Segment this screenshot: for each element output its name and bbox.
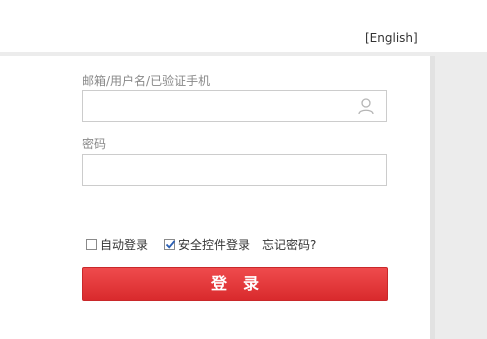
forgot-password-link[interactable]: 忘记密码? xyxy=(262,236,316,253)
user-icon xyxy=(357,97,375,115)
security-control-option[interactable]: 安全控件登录 xyxy=(164,236,250,252)
password-label: 密码 xyxy=(82,137,107,151)
password-input[interactable] xyxy=(83,155,369,185)
account-label: 邮箱/用户名/已验证手机 xyxy=(82,74,211,88)
account-input[interactable] xyxy=(83,91,369,121)
auto-login-label: 自动登录 xyxy=(100,237,149,252)
login-button[interactable]: 登录 xyxy=(82,267,388,301)
password-field[interactable] xyxy=(82,154,387,186)
security-control-label: 安全控件登录 xyxy=(178,237,251,252)
top-bar: [English] xyxy=(0,0,487,52)
auto-login-checkbox[interactable] xyxy=(86,238,97,250)
panel-right-border xyxy=(430,56,435,339)
account-field[interactable] xyxy=(82,90,387,122)
english-language-link[interactable]: [English] xyxy=(365,31,418,45)
security-control-checkbox[interactable] xyxy=(164,238,176,250)
auto-login-option[interactable]: 自动登录 xyxy=(86,236,148,252)
